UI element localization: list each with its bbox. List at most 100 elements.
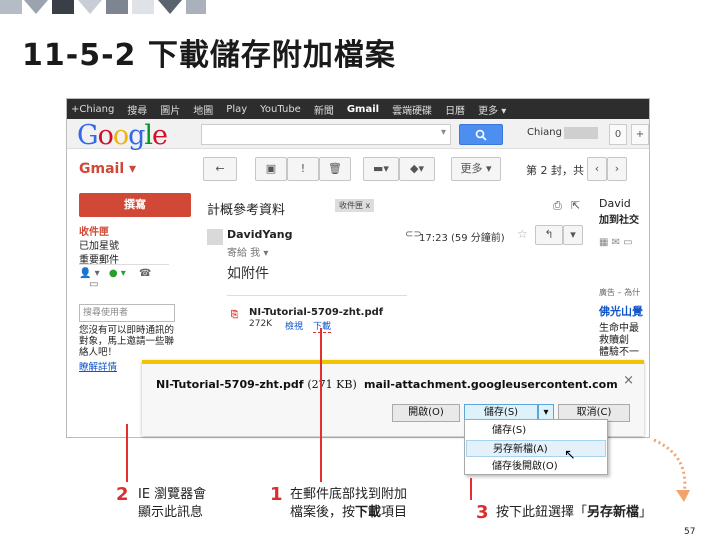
attachment-divider	[227, 295, 407, 296]
callout-number-2: 2	[116, 484, 129, 505]
download-link[interactable]: 下載	[313, 319, 332, 333]
search-input[interactable]: ▾	[201, 124, 451, 145]
new-window-icon[interactable]: ⇱	[571, 199, 580, 212]
gmail-menu[interactable]: Gmail ▾	[79, 161, 136, 177]
chat-status-bar: 👤 ▾ ● ▾ ☎ ▭	[79, 264, 169, 290]
learn-more-link[interactable]: 瞭解詳情	[79, 359, 117, 373]
message-subject: 計概參考資料	[207, 203, 286, 218]
search-button[interactable]	[459, 124, 503, 145]
person-icon[interactable]: 👤 ▾	[79, 268, 100, 279]
back-arrow-icon: ←	[215, 162, 225, 175]
curved-arrow-icon	[653, 438, 690, 502]
reply-icon: ↰	[544, 228, 554, 241]
hangouts-icon[interactable]: ▭	[89, 279, 98, 290]
close-icon[interactable]: ×	[623, 373, 634, 388]
google-bar-item[interactable]: 地圖	[193, 102, 213, 117]
google-header: Google ▾ Chiang 0 +	[67, 119, 649, 151]
status-dot-icon[interactable]: ● ▾	[109, 268, 126, 279]
more-button[interactable]: 更多 ▾	[451, 157, 501, 181]
trash-icon: 🗑	[328, 162, 342, 175]
google-bar-item[interactable]: Play	[226, 104, 247, 115]
newer-button[interactable]: ‹	[587, 157, 607, 181]
contact-icons[interactable]: ▦ ✉ ▭	[599, 237, 633, 248]
callout-number-3: 3	[476, 502, 489, 523]
labels-button[interactable]: ◆▾	[399, 157, 435, 181]
view-link[interactable]: 檢視	[285, 319, 303, 332]
google-bar-item[interactable]: 新聞	[314, 102, 334, 117]
recipient-details[interactable]: 寄給 我 ▾	[227, 244, 268, 259]
phone-icon[interactable]: ☎	[139, 268, 151, 279]
user-name[interactable]: Chiang	[527, 127, 562, 138]
sender-name[interactable]: DavidYang	[227, 228, 292, 241]
reply-button[interactable]: ↰	[535, 225, 563, 245]
download-filename: NI-Tutorial-5709-zht.pdf (271 KB)	[156, 378, 357, 391]
print-icon[interactable]: ⎙	[553, 199, 562, 213]
google-bar-item[interactable]: 日曆	[445, 102, 465, 117]
callout-number-1: 1	[270, 484, 283, 505]
google-bar-item[interactable]: Gmail	[347, 104, 379, 115]
google-bar-item[interactable]: 搜尋	[127, 102, 147, 117]
archive-button[interactable]: ▣	[255, 157, 287, 181]
inbox-tag[interactable]: 收件匣 x	[335, 199, 375, 212]
google-bar-item[interactable]: YouTube	[260, 104, 301, 115]
ad-label: 廣告 – 為什	[599, 288, 641, 297]
star-icon[interactable]: ☆	[517, 227, 528, 241]
spam-icon: !	[300, 162, 306, 175]
ad-title[interactable]: 佛光山覺	[599, 303, 643, 319]
menu-item-save-and-open[interactable]: 儲存後開啟(O)	[466, 458, 606, 475]
compose-button[interactable]: 撰寫	[79, 193, 191, 217]
google-bar-item[interactable]: 更多 ▾	[478, 102, 506, 117]
move-to-button[interactable]: ▬▾	[363, 157, 399, 181]
delete-button[interactable]: 🗑	[319, 157, 351, 181]
save-options-menu: 儲存(S) 另存新檔(A) 儲存後開啟(O)	[464, 419, 608, 475]
google-bar-item[interactable]: 圖片	[160, 102, 180, 117]
back-button[interactable]: ←	[203, 157, 237, 181]
older-button[interactable]: ›	[607, 157, 627, 181]
archive-icon: ▣	[265, 162, 277, 175]
header-decoration	[0, 0, 210, 14]
chevron-down-icon: ▾	[570, 228, 576, 241]
chevron-left-icon: ‹	[594, 162, 600, 175]
callout-text-1: 在郵件底部找到附加 檔案後，按下載項目	[290, 487, 408, 520]
download-filesize: (271 KB)	[307, 378, 357, 391]
reply-options-button[interactable]: ▾	[563, 225, 583, 245]
avatar	[207, 229, 223, 245]
callout-text-3: 按下此鈕選擇「另存新檔」	[496, 505, 653, 520]
nav-starred[interactable]: 已加星號	[79, 237, 119, 252]
menu-item-save[interactable]: 儲存(S)	[466, 422, 606, 439]
page-number: 57	[684, 527, 696, 537]
notifications-button[interactable]: 0	[609, 124, 627, 145]
report-spam-button[interactable]: !	[287, 157, 319, 181]
attachment-name: NI-Tutorial-5709-zht.pdf	[249, 307, 384, 318]
google-bar: +Chiang 搜尋 圖片 地圖 Play YouTube 新聞 Gmail 雲端硬碟 日曆 更多 …	[67, 99, 649, 119]
folder-icon: ▬▾	[373, 162, 389, 175]
menu-item-save-as[interactable]: 另存新檔(A)	[466, 440, 606, 457]
mouse-cursor-icon: ↖	[564, 447, 576, 463]
message-time: 17:23 (59 分鐘前)	[419, 233, 505, 244]
chat-empty-message: 您沒有可以即時通訊的對象，馬上邀請一些聯絡人吧！	[79, 325, 175, 358]
attachment-size: 272K	[249, 319, 273, 329]
redacted-user-info	[564, 127, 598, 139]
download-host: mail-attachment.googleusercontent.com	[364, 378, 618, 391]
label-icon: ◆▾	[410, 162, 424, 175]
add-to-circles[interactable]: 加到社交	[599, 211, 639, 226]
contact-name[interactable]: David	[599, 197, 631, 210]
search-icon	[475, 129, 487, 141]
chat-search-input[interactable]: 搜尋使用者	[79, 304, 175, 322]
share-button[interactable]: +	[631, 124, 649, 145]
google-bar-item[interactable]: 雲端硬碟	[392, 102, 432, 117]
callout-text-2: IE 瀏覽器會 顯示此訊息	[138, 487, 207, 520]
callout-line-1	[320, 328, 322, 482]
google-logo[interactable]: Google	[77, 120, 168, 151]
callout-line-2	[126, 424, 128, 482]
chevron-right-icon: ›	[614, 162, 620, 175]
search-options-icon[interactable]: ▾	[441, 127, 446, 138]
pdf-icon: ⎘	[231, 310, 239, 320]
slide-title: 11-5-2 下載儲存附加檔案	[22, 38, 396, 73]
nav-inbox[interactable]: 收件匣	[79, 223, 109, 238]
callout-line-3	[470, 478, 472, 500]
ad-line-3: 體驗不一	[599, 347, 639, 358]
google-bar-item[interactable]: +Chiang	[71, 104, 114, 115]
message-body: 如附件	[227, 266, 269, 282]
open-button[interactable]: 開啟(O)	[392, 404, 460, 422]
